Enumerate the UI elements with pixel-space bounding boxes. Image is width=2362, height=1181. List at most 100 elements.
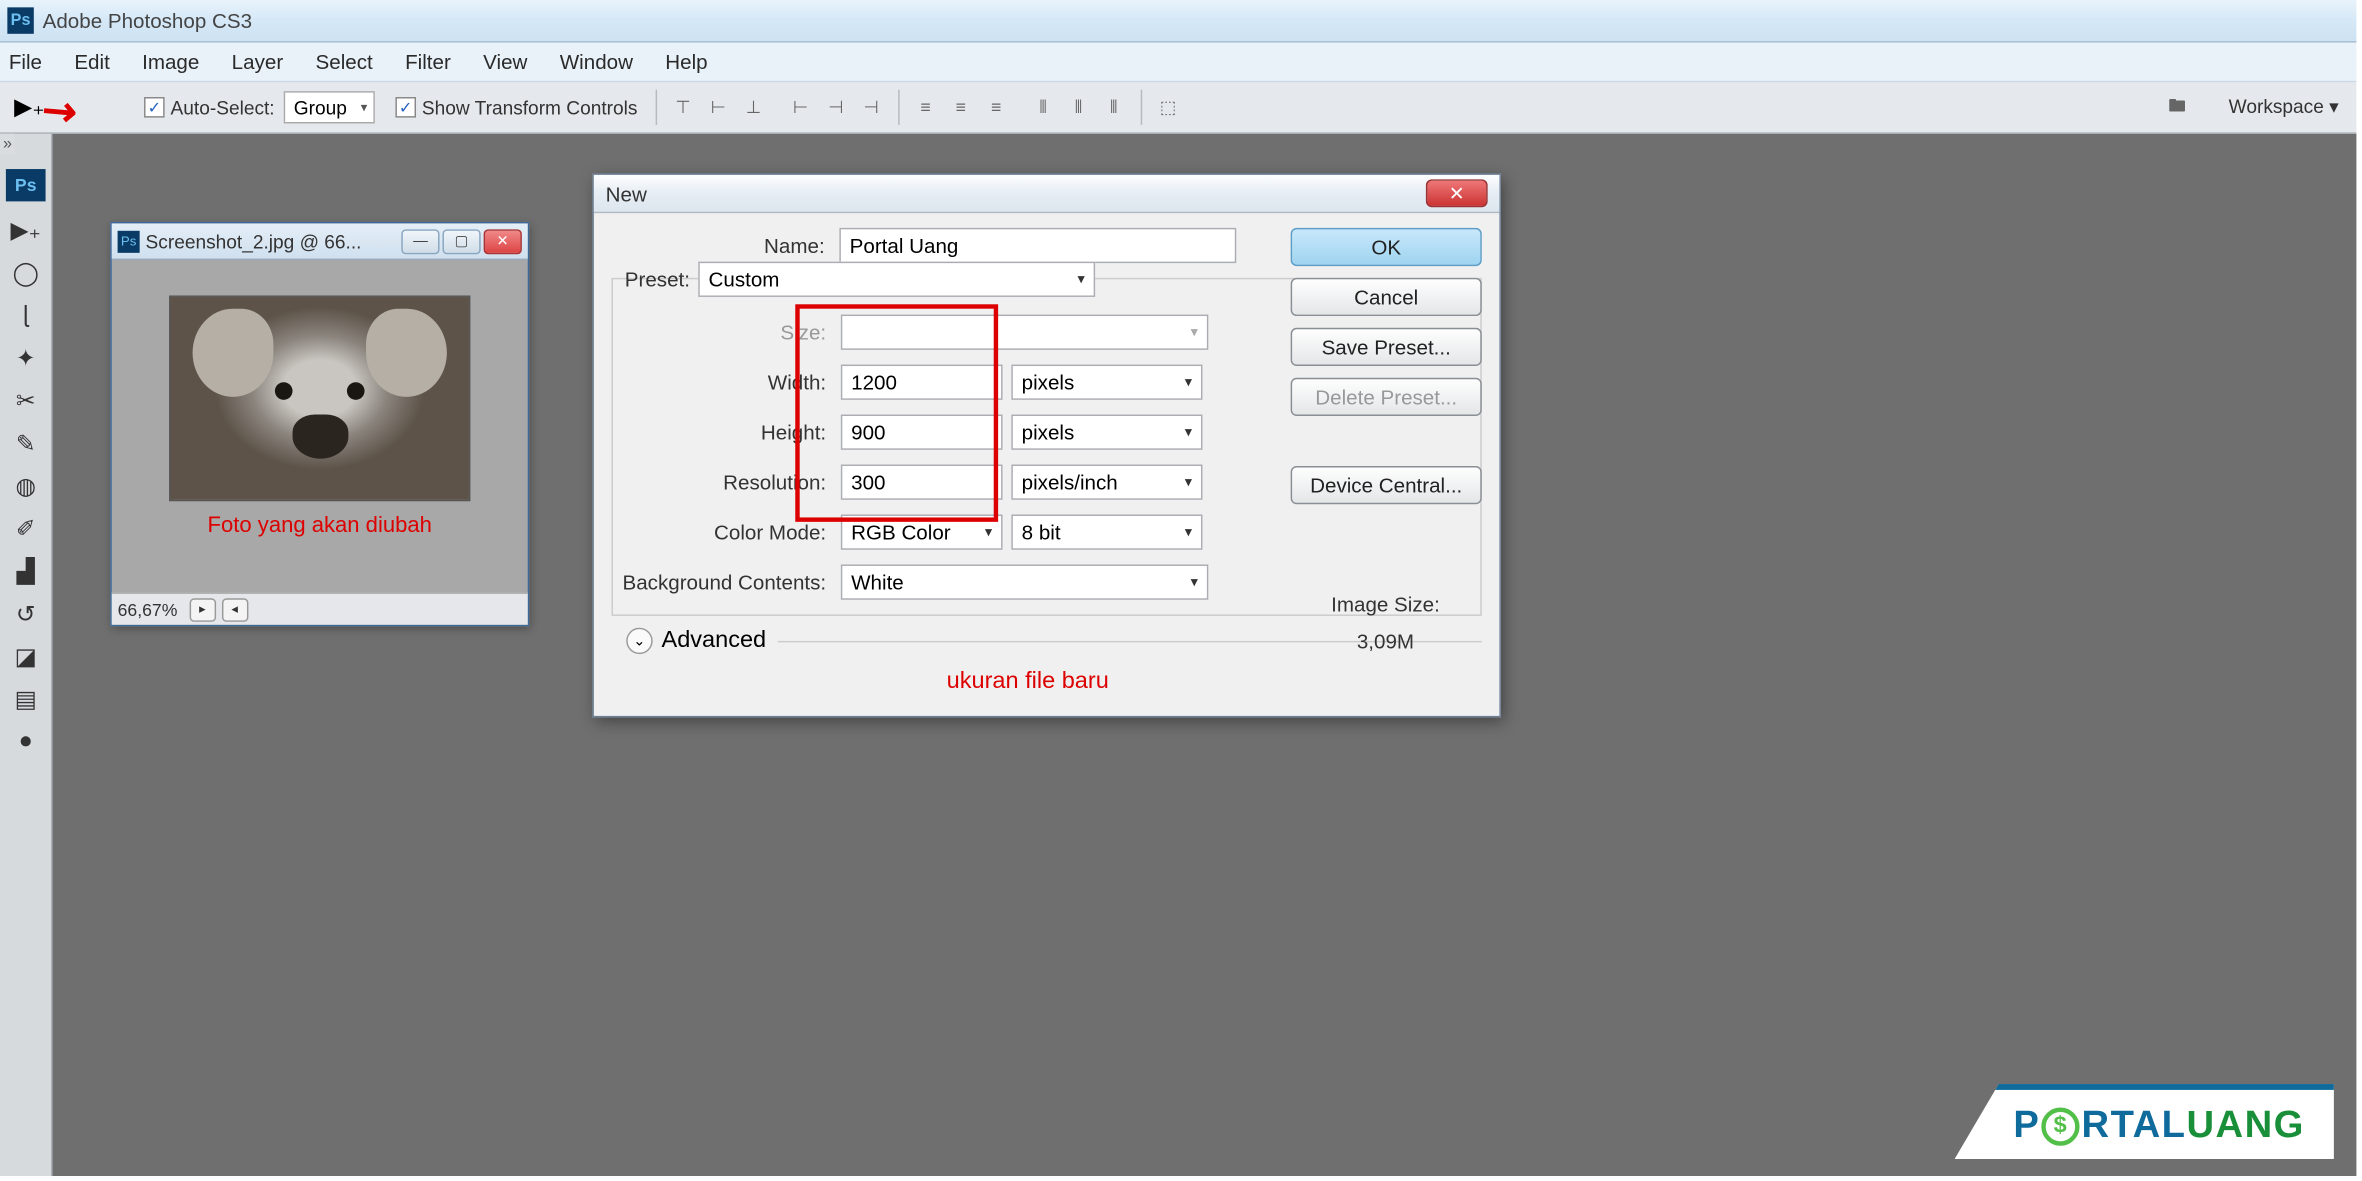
save-preset-button[interactable]: Save Preset... <box>1291 328 1482 366</box>
menu-edit[interactable]: Edit <box>74 50 109 74</box>
size-dropdown <box>841 315 1208 350</box>
distribute-left-icon[interactable]: ⦀ <box>1027 91 1059 123</box>
resolution-unit-dropdown[interactable]: pixels/inch <box>1011 465 1202 500</box>
image-size-label: Image Size: <box>1301 586 1470 623</box>
distribute-top-icon[interactable]: ≡ <box>909 91 941 123</box>
cancel-button[interactable]: Cancel <box>1291 278 1482 316</box>
image-size-value: 3,09M <box>1301 623 1470 660</box>
annotation-text: Foto yang akan diubah <box>208 513 432 538</box>
menu-file[interactable]: File <box>9 50 42 74</box>
title-bar: Ps Adobe Photoshop CS3 <box>0 0 2356 43</box>
dialog-title-bar[interactable]: New ✕ <box>594 175 1500 213</box>
menu-bar: File Edit Image Layer Select Filter View… <box>0 43 2356 83</box>
marquee-tool-icon[interactable]: ◯ <box>5 253 46 293</box>
toolbox: Ps ▶₊ ◯ ɭ ✦ ✂ ✎ ◍ ✐ ▟ ↺ ◪ ▤ ● <box>0 134 53 1176</box>
size-label: Size: <box>613 320 841 344</box>
height-input[interactable] <box>841 415 1003 450</box>
ok-button[interactable]: OK <box>1291 228 1482 266</box>
image-size-info: Image Size: 3,09M <box>1301 586 1470 660</box>
width-label: Width: <box>613 370 841 394</box>
quick-select-tool-icon[interactable]: ✦ <box>5 338 46 378</box>
menu-image[interactable]: Image <box>142 50 199 74</box>
show-transform-label: Show Transform Controls <box>422 96 638 118</box>
resolution-input[interactable] <box>841 465 1003 500</box>
show-transform-checkbox[interactable]: ✓ <box>395 97 416 118</box>
distribute-vcenter-icon[interactable]: ≡ <box>945 91 977 123</box>
align-right-icon[interactable]: ⊣ <box>855 91 887 123</box>
height-label: Height: <box>613 420 841 444</box>
blur-tool-icon[interactable]: ● <box>5 722 46 762</box>
bg-label: Background Contents: <box>613 570 841 594</box>
close-button[interactable]: ✕ <box>484 229 522 254</box>
preset-label: Preset: <box>613 268 698 292</box>
options-bar: ▶₊ ↘ ✓ Auto-Select: Group ✓ Show Transfo… <box>0 82 2356 133</box>
dialog-title: New <box>606 182 647 206</box>
photoshop-icon: Ps <box>7 7 33 33</box>
preset-dropdown[interactable]: Custom <box>698 262 1095 297</box>
device-central-button[interactable]: Device Central... <box>1291 466 1482 504</box>
menu-select[interactable]: Select <box>316 50 373 74</box>
height-unit-dropdown[interactable]: pixels <box>1011 415 1202 450</box>
zoom-level[interactable]: 66,67% <box>118 599 178 620</box>
resolution-label: Resolution: <box>613 470 841 494</box>
lasso-tool-icon[interactable]: ɭ <box>5 295 46 335</box>
collapse-icon[interactable]: » <box>0 134 15 155</box>
document-title-bar[interactable]: Ps Screenshot_2.jpg @ 66... — ▢ ✕ <box>112 223 528 260</box>
crop-tool-icon[interactable]: ✂ <box>5 381 46 421</box>
eraser-tool-icon[interactable]: ◪ <box>5 637 46 677</box>
distribute-bottom-icon[interactable]: ≡ <box>980 91 1012 123</box>
bg-dropdown[interactable]: White <box>841 564 1208 599</box>
align-top-icon[interactable]: ⊤ <box>667 91 699 123</box>
auto-select-dropdown[interactable]: Group <box>283 91 374 123</box>
width-input[interactable] <box>841 365 1003 400</box>
menu-layer[interactable]: Layer <box>232 50 283 74</box>
healing-brush-tool-icon[interactable]: ◍ <box>5 466 46 506</box>
new-document-dialog: New ✕ Name: Preset: Custom Size: <box>592 173 1500 717</box>
align-vcenter-icon[interactable]: ⊢ <box>702 91 734 123</box>
history-brush-tool-icon[interactable]: ↺ <box>5 594 46 634</box>
minimize-button[interactable]: — <box>401 229 439 254</box>
app-title: Adobe Photoshop CS3 <box>43 9 252 33</box>
advanced-label: Advanced <box>662 628 767 654</box>
width-unit-dropdown[interactable]: pixels <box>1011 365 1202 400</box>
scroll-left-icon[interactable]: ◂ <box>222 598 248 622</box>
colormode-label: Color Mode: <box>613 520 841 544</box>
menu-view[interactable]: View <box>483 50 527 74</box>
menu-help[interactable]: Help <box>665 50 707 74</box>
clone-stamp-tool-icon[interactable]: ▟ <box>5 551 46 591</box>
name-label: Name: <box>612 234 840 258</box>
eyedropper-tool-icon[interactable]: ✎ <box>5 423 46 463</box>
auto-align-icon[interactable]: ⬚ <box>1152 91 1184 123</box>
move-tool-icon[interactable]: ▶₊ <box>5 210 46 250</box>
dialog-close-button[interactable]: ✕ <box>1426 179 1488 207</box>
align-left-icon[interactable]: ⊢ <box>784 91 816 123</box>
workspace: » Ps ▶₊ ◯ ɭ ✦ ✂ ✎ ◍ ✐ ▟ ↺ ◪ ▤ ● Ps Scree… <box>0 134 2356 1176</box>
document-canvas[interactable] <box>169 295 470 501</box>
align-hcenter-icon[interactable]: ⊣ <box>820 91 852 123</box>
auto-select-label: Auto-Select: <box>171 96 275 118</box>
name-input[interactable] <box>839 228 1236 263</box>
colordepth-dropdown[interactable]: 8 bit <box>1011 515 1202 550</box>
maximize-button[interactable]: ▢ <box>442 229 480 254</box>
advanced-toggle[interactable]: ⌄ <box>626 628 652 654</box>
distribute-hcenter-icon[interactable]: ⦀ <box>1062 91 1094 123</box>
watermark: P$RTALUANG <box>1954 1084 2334 1159</box>
workspace-dropdown[interactable]: Workspace ▾ <box>2220 93 2348 122</box>
delete-preset-button: Delete Preset... <box>1291 378 1482 416</box>
colormode-dropdown[interactable]: RGB Color <box>841 515 1003 550</box>
ps-badge-icon: Ps <box>6 169 46 201</box>
document-title: Screenshot_2.jpg @ 66... <box>146 230 402 252</box>
document-status-bar: 66,67% ▸ ◂ <box>112 592 528 624</box>
gradient-tool-icon[interactable]: ▤ <box>5 679 46 719</box>
menu-filter[interactable]: Filter <box>405 50 451 74</box>
doc-info-icon[interactable]: ▸ <box>189 598 215 622</box>
brush-tool-icon[interactable]: ✐ <box>5 509 46 549</box>
document-icon: Ps <box>118 230 140 252</box>
auto-select-checkbox[interactable]: ✓ <box>144 97 165 118</box>
align-bottom-icon[interactable]: ⊥ <box>737 91 769 123</box>
distribute-right-icon[interactable]: ⦀ <box>1098 91 1130 123</box>
document-window: Ps Screenshot_2.jpg @ 66... — ▢ ✕ Foto y… <box>110 222 529 626</box>
menu-window[interactable]: Window <box>560 50 633 74</box>
go-to-bridge-icon[interactable]: 🖿 <box>2157 91 2198 123</box>
annotation-text-2: ukuran file baru <box>947 669 1109 695</box>
